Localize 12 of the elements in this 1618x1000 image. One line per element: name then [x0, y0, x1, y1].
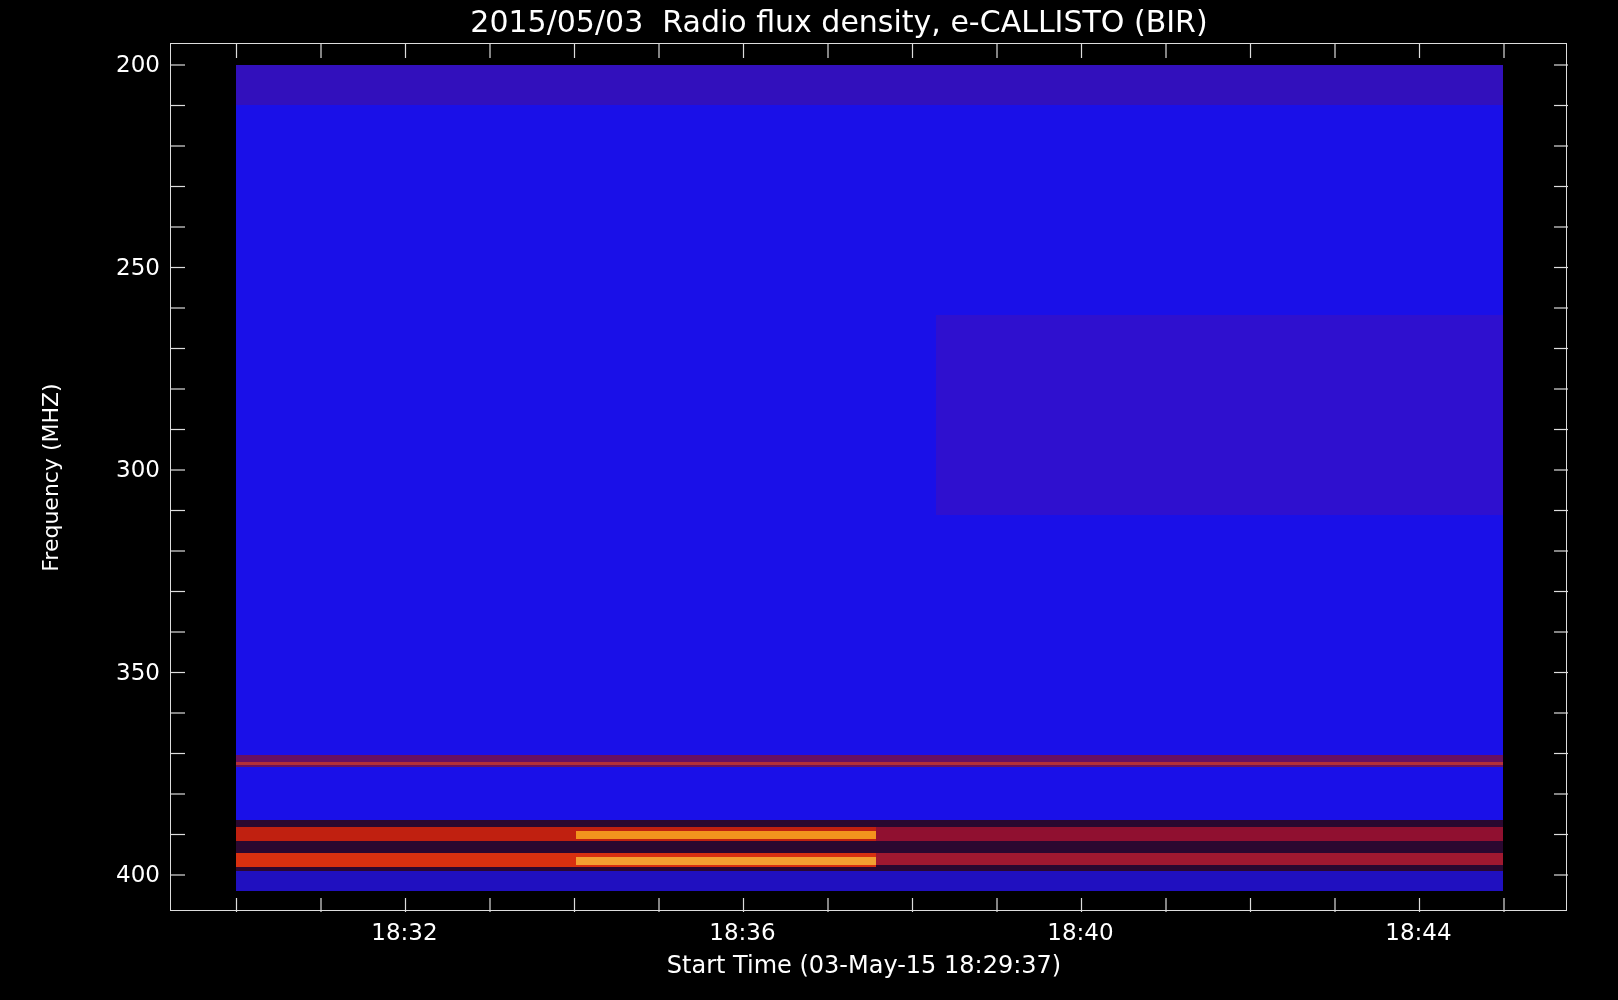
- x-tick-label: 18:44: [1385, 919, 1452, 945]
- y-tick-label: 400: [116, 861, 160, 887]
- y-axis-label: Frequency (MHZ): [37, 382, 63, 572]
- x-tick-label: 18:32: [371, 919, 438, 945]
- y-tick-label: 250: [116, 253, 160, 280]
- chart-title: 2015/05/03 Radio flux density, e-CALLISTO (BIR): [469, 3, 1209, 41]
- x-tick-label: 18:36: [709, 919, 776, 945]
- y-tick-label: 300: [116, 456, 160, 482]
- y-tick-label: 350: [116, 658, 160, 685]
- y-tick-label: 200: [116, 51, 160, 77]
- x-axis-label: Start Time (03-May-15 18:29:37): [665, 951, 1063, 979]
- x-tick-label: 18:40: [1047, 919, 1114, 945]
